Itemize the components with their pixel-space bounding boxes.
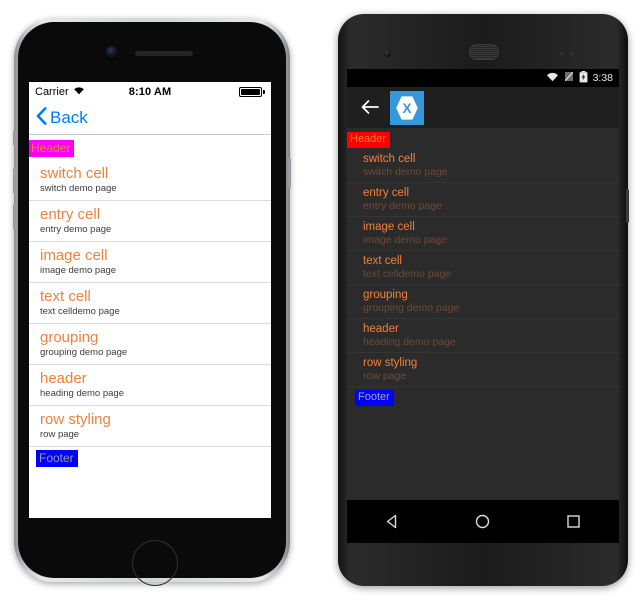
list-item[interactable]: image cell image demo page <box>29 242 271 283</box>
section-header-label: Header <box>347 132 391 148</box>
earpiece-speaker <box>469 44 499 60</box>
ios-section-header: Header <box>29 135 271 160</box>
list-item-detail: row page <box>363 370 407 382</box>
circle-home-icon[interactable] <box>460 500 506 543</box>
list-item-detail: image demo page <box>40 265 117 276</box>
front-camera-icon <box>107 47 116 56</box>
battery-full-icon <box>239 87 265 97</box>
ios-section-footer: Footer <box>29 447 271 467</box>
section-footer-label: Footer <box>36 450 78 467</box>
volume-up-button[interactable] <box>13 168 16 194</box>
list-item[interactable]: text cell text celldemo page <box>347 251 619 285</box>
list-item-title: row styling <box>363 357 418 369</box>
section-header-label: Header <box>29 140 75 157</box>
battery-charging-icon <box>579 70 588 86</box>
list-item-title: text cell <box>40 288 91 305</box>
list-item-detail: entry demo page <box>40 224 112 235</box>
silent-switch[interactable] <box>13 130 16 146</box>
list-item-detail: entry demo page <box>363 200 442 212</box>
no-signal-icon <box>564 71 574 85</box>
list-item[interactable]: header heading demo page <box>29 365 271 406</box>
list-item-detail: heading demo page <box>363 336 456 348</box>
android-action-bar: X <box>347 87 619 128</box>
list-item[interactable]: grouping grouping demo page <box>29 324 271 365</box>
list-item[interactable]: grouping grouping demo page <box>347 285 619 319</box>
iphone-screen: Carrier 8:10 AM Back Header switch cell … <box>29 82 271 518</box>
ios-status-bar: Carrier 8:10 AM <box>29 82 271 102</box>
list-item-title: grouping <box>40 329 99 346</box>
list-item-detail: row page <box>40 429 80 440</box>
list-item-detail: switch demo page <box>363 166 448 178</box>
power-button[interactable] <box>626 189 629 223</box>
list-item[interactable]: row styling row page <box>347 353 619 387</box>
back-button[interactable]: Back <box>36 106 88 130</box>
power-button[interactable] <box>288 158 291 188</box>
list-item-title: text cell <box>363 255 402 267</box>
arrow-left-icon[interactable] <box>361 99 379 117</box>
list-item[interactable]: switch cell switch demo page <box>29 160 271 201</box>
list-item-title: grouping <box>363 289 408 301</box>
android-screen: 3:38 X Header switch cell switch demo pag <box>347 69 619 543</box>
clock-label: 8:10 AM <box>128 86 172 98</box>
list-item[interactable]: entry cell entry demo page <box>347 183 619 217</box>
android-section-header: Header <box>347 128 619 149</box>
list-item-title: header <box>363 323 399 335</box>
ios-list-view[interactable]: Header switch cell switch demo page entry … <box>29 135 271 467</box>
square-recents-icon[interactable] <box>551 500 597 543</box>
android-status-bar: 3:38 <box>347 69 619 87</box>
android-navigation-bar <box>347 500 619 543</box>
wifi-icon <box>546 72 559 85</box>
list-item-detail: heading demo page <box>40 388 124 399</box>
clock-label: 3:38 <box>592 72 613 84</box>
list-item-title: row styling <box>40 411 111 428</box>
list-item[interactable]: row styling row page <box>29 406 271 447</box>
list-item-title: header <box>40 370 87 387</box>
home-button[interactable] <box>132 540 178 586</box>
android-list-view[interactable]: Header switch cell switch demo page entry … <box>347 128 619 406</box>
volume-down-button[interactable] <box>13 204 16 230</box>
android-device: 3:38 X Header switch cell switch demo pag <box>338 14 629 586</box>
triangle-back-icon[interactable] <box>369 500 415 543</box>
list-item-title: image cell <box>363 221 415 233</box>
list-item-detail: text celldemo page <box>40 306 120 317</box>
list-item-detail: grouping demo page <box>40 347 128 358</box>
list-item-title: entry cell <box>363 187 410 199</box>
list-item-detail: image demo page <box>363 234 448 246</box>
list-item[interactable]: image cell image demo page <box>347 217 619 251</box>
earpiece-speaker <box>135 51 193 56</box>
list-item-title: switch cell <box>363 153 416 165</box>
list-item[interactable]: text cell text celldemo page <box>29 283 271 324</box>
section-footer-label: Footer <box>355 390 394 406</box>
list-item-detail: switch demo page <box>40 183 117 194</box>
xamarin-logo-icon: X <box>390 90 424 125</box>
chevron-left-icon <box>36 106 47 130</box>
list-item[interactable]: entry cell entry demo page <box>29 201 271 242</box>
light-sensor <box>570 52 574 56</box>
ios-navigation-bar: Back <box>29 102 271 135</box>
android-rows-container: switch cell switch demo page entry cell ent… <box>347 149 619 387</box>
list-item-title: image cell <box>40 247 108 264</box>
android-section-footer: Footer <box>347 387 619 406</box>
iphone-device: Carrier 8:10 AM Back Header switch cell … <box>13 18 291 586</box>
front-camera-icon <box>384 50 391 57</box>
ios-rows-container: switch cell switch demo page entry cell ent… <box>29 160 271 447</box>
proximity-sensor <box>560 52 564 56</box>
svg-text:X: X <box>402 101 411 116</box>
list-item-title: switch cell <box>40 165 109 182</box>
list-item-title: entry cell <box>40 206 101 223</box>
list-item[interactable]: header heading demo page <box>347 319 619 353</box>
back-button-label: Back <box>50 108 88 127</box>
list-item-detail: text celldemo page <box>363 268 452 280</box>
list-item-detail: grouping demo page <box>363 302 460 314</box>
comparison-screenshot: Carrier 8:10 AM Back Header switch cell … <box>0 0 641 600</box>
list-item[interactable]: switch cell switch demo page <box>347 149 619 183</box>
